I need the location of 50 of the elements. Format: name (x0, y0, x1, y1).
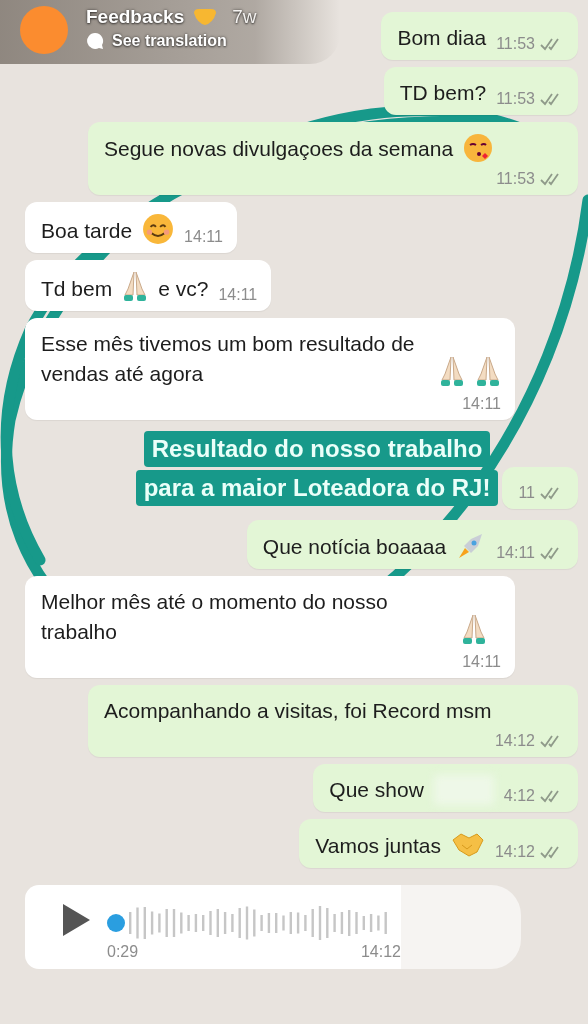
message-time: 14:11 (184, 228, 223, 246)
heart-icon (192, 7, 219, 27)
message-text: e vc? (158, 276, 209, 302)
sent-message-bubble[interactable]: Vamos juntas 14:12 (299, 819, 578, 868)
received-message-bubble[interactable]: Esse mês tivemos um bom resultado de vendas até agora 14:11 (25, 318, 515, 420)
message-text: Acompanhando a visitas, foi Record msm (104, 698, 492, 724)
message-time: 14:11 (462, 395, 501, 413)
message-time: 14:11 (218, 286, 258, 304)
message-text: Que notícia boaaaa (262, 534, 447, 560)
kissing-face-icon (463, 133, 494, 163)
message-time: 14:12 (360, 943, 401, 961)
received-message-bubble[interactable]: Td bem e vc? 14:11 (25, 260, 272, 311)
caption-text: Resultado do nosso trabalho (143, 431, 491, 467)
message-text: Segue novas divulgaçoes da semana (104, 136, 454, 162)
message-time: 14:12 (494, 843, 535, 861)
story-age: 7w (232, 6, 257, 28)
message-text: Que show (329, 777, 424, 803)
praying-hands-icon (122, 271, 149, 303)
sent-message-bubble[interactable]: Que show 4:12 (313, 764, 578, 812)
praying-hands-icon (475, 356, 501, 388)
message-text: Bom diaa (397, 25, 487, 51)
message-time: 14:11 (496, 544, 535, 562)
received-message-bubble[interactable]: Boa tarde 14:11 (25, 202, 237, 253)
message-time: 11:53 (496, 170, 535, 188)
sent-message-bubble[interactable]: Segue novas divulgaçoes da semana 11:53 (88, 122, 578, 195)
message-time: 11:53 (496, 35, 535, 53)
praying-hands-icon (439, 356, 465, 388)
message-time: 14:12 (494, 732, 535, 750)
sent-message-bubble[interactable]: Que notícia boaaaa 14:11 (246, 520, 578, 569)
praying-hands-icon (461, 614, 487, 646)
received-message-bubble[interactable]: Melhor mês até o momento do nosso trabalho 14:11 (25, 576, 515, 678)
play-icon[interactable] (61, 903, 91, 937)
message-text: Td bem (41, 276, 113, 302)
message-text: TD bem? (399, 80, 487, 106)
message-time: 11 (518, 484, 535, 502)
message-text: Boa tarde (41, 218, 133, 244)
sent-message-bubble[interactable]: TD bem? 11:53 (383, 67, 578, 115)
sent-message-bubble[interactable]: Acompanhando a visitas, foi Record msm 14:12 (88, 685, 578, 757)
message-time: 4:12 (503, 787, 535, 805)
message-text: Vamos juntas (315, 833, 441, 859)
message-text: Melhor mês até o momento do nosso trabalho (41, 589, 389, 645)
sent-message-bubble[interactable]: Bom diaa 11:53 (381, 12, 578, 60)
speech-bubble-icon (86, 32, 104, 50)
caption-text: para a maior Loteadora do RJ! (135, 470, 499, 506)
message-time: 11:53 (496, 90, 535, 108)
smiling-face-icon (142, 213, 175, 245)
message-time: 14:11 (462, 653, 501, 671)
playback-thumb[interactable] (107, 914, 125, 932)
voice-duration: 0:29 (107, 943, 139, 961)
message-text: Esse mês tivemos um bom resultado de vendas até agora (41, 331, 416, 387)
